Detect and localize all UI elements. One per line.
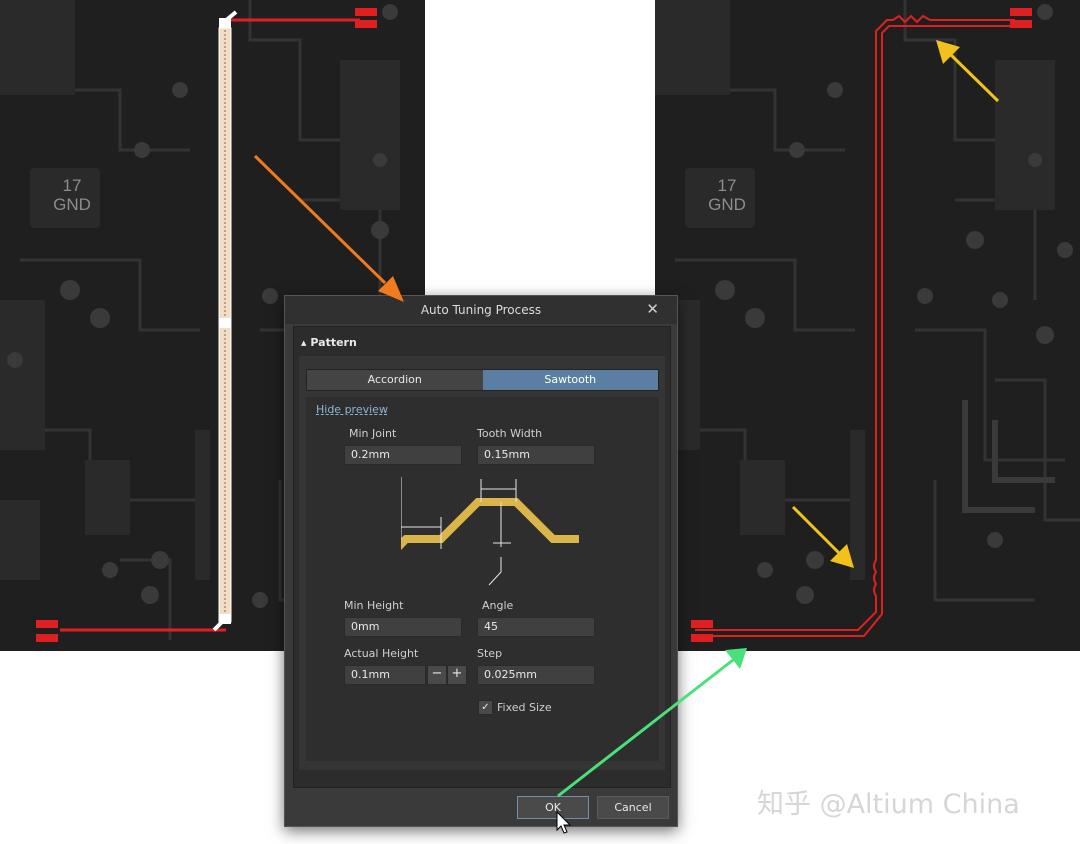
auto-tuning-dialog: Auto Tuning Process ✕ ▲ Pattern Accordion… — [284, 295, 678, 827]
close-icon[interactable]: ✕ — [646, 297, 659, 321]
collapse-triangle-icon: ▲ — [301, 339, 307, 347]
watermark: 知乎 @Altium China — [757, 789, 1020, 820]
chip-number-label: 17 — [62, 176, 82, 195]
ok-button[interactable]: OK — [517, 796, 589, 819]
dialog-body: ▲ Pattern Accordion Sawtooth Hide preview… — [293, 326, 671, 788]
tooth-width-label: Tooth Width — [477, 427, 543, 440]
cancel-button[interactable]: Cancel — [597, 796, 669, 819]
pattern-section-title: Pattern — [310, 336, 357, 349]
step-label: Step — [477, 647, 503, 660]
hide-preview-link[interactable]: Hide preview — [316, 403, 388, 416]
min-joint-label: Min Joint — [349, 427, 397, 440]
step-input[interactable]: 0.025mm — [477, 665, 595, 685]
min-height-label: Min Height — [344, 599, 404, 612]
fixed-size-label: Fixed Size — [497, 701, 552, 714]
actual-height-input[interactable]: 0.1mm — [344, 665, 426, 685]
min-joint-input[interactable]: 0.2mm — [344, 445, 462, 465]
pattern-settings-panel: Hide preview Min Joint 0.2mm Tooth Width… — [306, 397, 659, 761]
min-height-input[interactable]: 0mm — [344, 617, 462, 637]
pcb-view-after: 17 GND — [655, 0, 1080, 651]
chip-net-label: GND — [53, 195, 91, 214]
decrease-height-button[interactable]: − — [427, 665, 447, 685]
sawtooth-preview-diagram — [401, 477, 579, 586]
chip-number-label-right: 17 — [717, 176, 737, 195]
fixed-size-checkbox[interactable]: ✓ — [478, 700, 493, 715]
angle-label: Angle — [482, 599, 514, 612]
tab-sawtooth[interactable]: Sawtooth — [482, 370, 658, 390]
pcb-layout-after — [655, 0, 1080, 642]
green-arrow-head — [725, 648, 747, 669]
increase-height-button[interactable]: + — [447, 665, 467, 685]
angle-input[interactable]: 45 — [477, 617, 595, 637]
chip-net-label-right: GND — [708, 195, 746, 214]
tab-accordion[interactable]: Accordion — [307, 370, 483, 390]
dialog-title-bar[interactable]: Auto Tuning Process ✕ — [285, 296, 677, 324]
pattern-section-header[interactable]: ▲ Pattern — [301, 336, 357, 349]
pattern-type-selector: Accordion Sawtooth — [306, 369, 659, 391]
pattern-section: Accordion Sawtooth Hide preview Min Join… — [299, 356, 665, 770]
tooth-width-input[interactable]: 0.15mm — [477, 445, 595, 465]
actual-height-label: Actual Height — [344, 647, 419, 660]
dialog-title: Auto Tuning Process — [420, 303, 542, 317]
